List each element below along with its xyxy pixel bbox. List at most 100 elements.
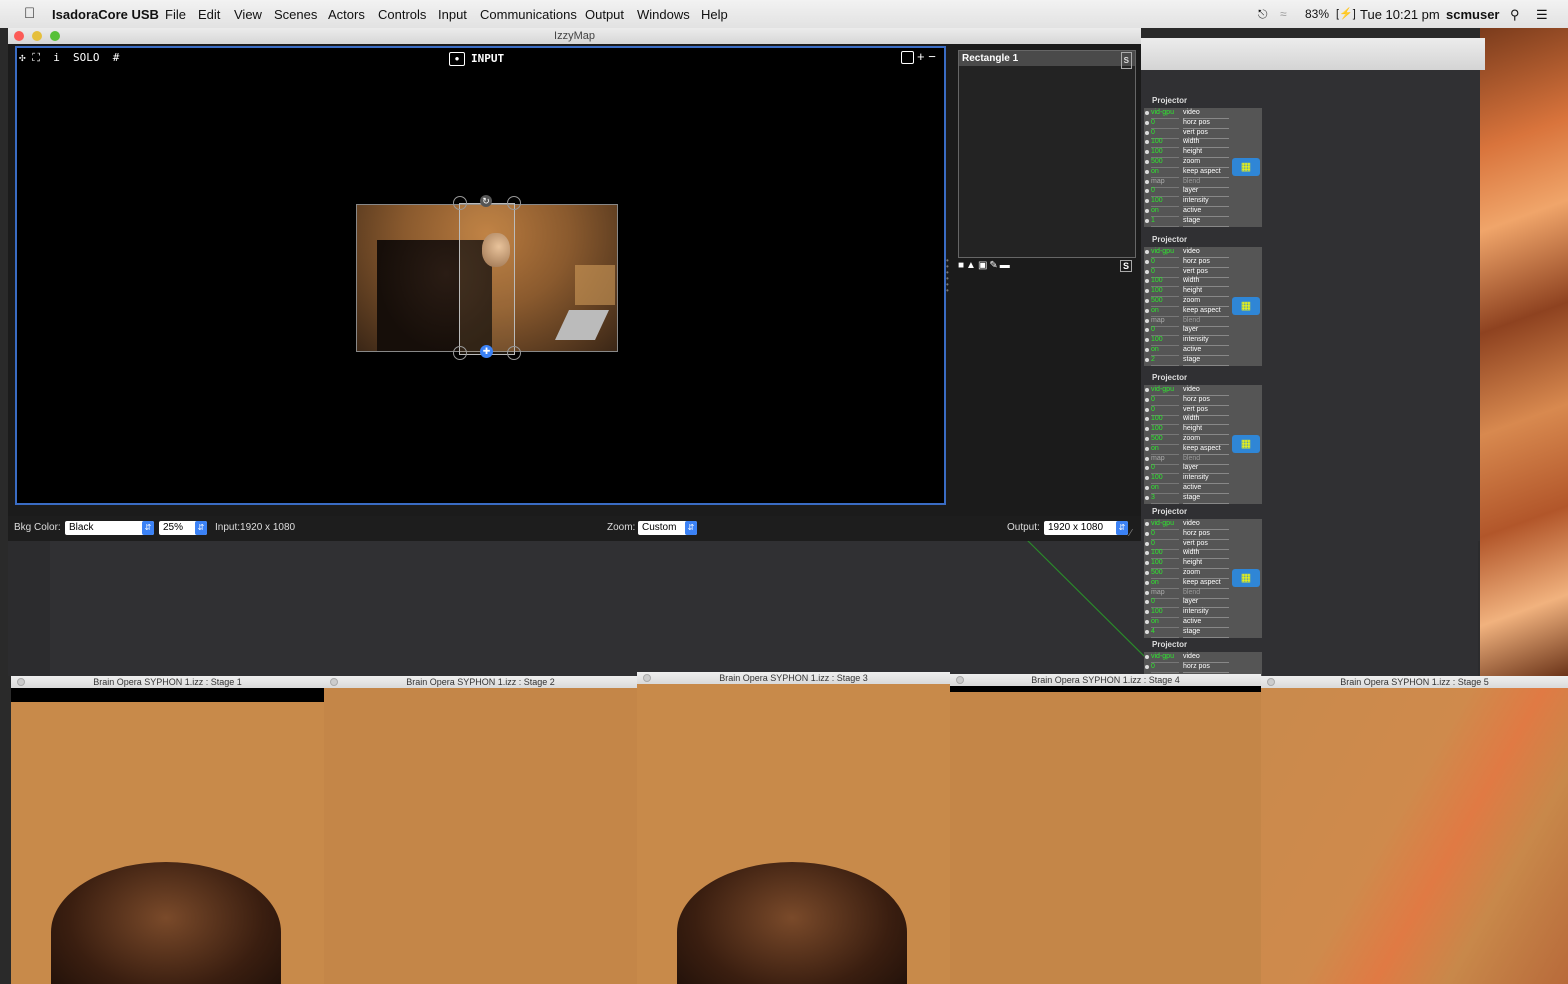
menu-scenes[interactable]: Scenes [274,7,317,22]
projector-actor-5[interactable]: Projector vid-gpu video 0 horz pos [1144,640,1262,676]
input-port-icon[interactable] [1145,541,1149,546]
input-port-icon[interactable] [1145,218,1149,223]
stage-window-4[interactable]: Brain Opera SYPHON 1.izz : Stage 4 [950,674,1261,984]
input-port-icon[interactable] [1145,522,1149,526]
input-port-icon[interactable] [1145,531,1149,536]
input-port-icon[interactable] [1145,328,1149,333]
input-port-icon[interactable] [1145,338,1149,343]
close-button[interactable] [1267,678,1275,686]
patch-cord[interactable] [1020,536,1150,661]
input-port-icon[interactable] [1145,571,1149,575]
input-port-icon[interactable] [1145,486,1149,490]
menu-help[interactable]: Help [701,7,728,22]
preview-zoom-select[interactable]: 25% ⇵ [159,521,207,535]
menu-controls[interactable]: Controls [378,7,426,22]
input-port-icon[interactable] [1145,111,1149,115]
solo-toggle[interactable]: S [1120,52,1132,69]
input-port-icon[interactable] [1145,437,1149,441]
input-port-icon[interactable] [1145,495,1149,500]
input-port-icon[interactable] [1145,580,1149,585]
user-menu[interactable]: scmuser [1446,7,1499,22]
shape-list[interactable]: Rectangle 1 S [958,50,1136,258]
input-value[interactable]: 4 [1151,627,1179,638]
input-port-icon[interactable] [1145,318,1149,323]
output-resolution-select[interactable]: 1920 x 1080 ⇵ [1044,521,1128,535]
close-button[interactable] [17,678,25,686]
resize-grip-icon[interactable]: ∕ [1130,528,1132,539]
rotate-handle-icon[interactable]: ↻ [480,195,492,207]
scene-editor[interactable] [50,541,1478,676]
input-port-icon[interactable] [1145,259,1149,264]
input-port-icon[interactable] [1145,279,1149,284]
menu-actors[interactable]: Actors [328,7,365,22]
zoom-buttons[interactable]: + − [917,49,936,64]
map-canvas[interactable]: ✣ ⛶ i SOLO # ● INPUT + − ↻ ✚ [15,46,946,505]
minimize-button[interactable] [32,31,42,41]
input-port-icon[interactable] [1145,600,1149,605]
battery-icon[interactable]: [⚡] [1336,7,1356,20]
izzymap-button-icon[interactable]: ▦ [1232,297,1260,315]
solo-button[interactable]: S [1120,260,1133,272]
stage-window-1[interactable]: Brain Opera SYPHON 1.izz : Stage 1 [11,676,324,984]
menu-output[interactable]: Output [585,7,624,22]
close-button[interactable] [643,674,651,682]
splitter-handle[interactable]: • • • • • • [946,257,950,298]
corner-handle[interactable] [507,346,521,360]
corner-handle[interactable] [453,346,467,360]
input-port-icon[interactable] [1145,629,1149,634]
input-port-icon[interactable] [1145,620,1149,624]
stage-window-5[interactable]: Brain Opera SYPHON 1.izz : Stage 5 [1261,676,1568,984]
input-port-icon[interactable] [1145,357,1149,362]
input-mode-icon[interactable]: ● [449,52,465,66]
status-icon[interactable]: ⎋ [1258,7,1268,22]
selected-rectangle[interactable] [459,203,515,355]
snapshot-icon[interactable] [901,51,914,64]
input-port-icon[interactable] [1145,427,1149,432]
input-value[interactable]: 2 [1151,355,1179,366]
input-port-icon[interactable] [1145,189,1149,194]
input-port-icon[interactable] [1145,655,1149,659]
input-port-icon[interactable] [1145,348,1149,352]
input-port-icon[interactable] [1145,160,1149,164]
izzymap-button-icon[interactable]: ▦ [1232,569,1260,587]
input-port-icon[interactable] [1145,169,1149,174]
canvas-toolbar[interactable]: ✣ ⛶ i SOLO # [19,51,119,65]
izzymap-button-icon[interactable]: ▦ [1232,158,1260,176]
menu-input[interactable]: Input [438,7,467,22]
input-port-icon[interactable] [1145,120,1149,125]
input-value[interactable]: 3 [1151,493,1179,504]
shape-tools[interactable]: ■▲▣✎▬ [958,260,1012,271]
input-port-icon[interactable] [1145,397,1149,402]
input-port-icon[interactable] [1145,140,1149,145]
close-button[interactable] [956,676,964,684]
wifi-icon[interactable]: ≈ [1280,7,1287,21]
menu-view[interactable]: View [234,7,262,22]
input-port-icon[interactable] [1145,269,1149,274]
bkg-color-select[interactable]: Black ⇵ [65,521,154,535]
input-port-icon[interactable] [1145,299,1149,303]
stage-window-3[interactable]: Brain Opera SYPHON 1.izz : Stage 3 [637,672,950,984]
zoom-select[interactable]: Custom ⇵ [638,521,697,535]
close-button[interactable] [14,31,24,41]
corner-handle[interactable] [453,196,467,210]
corner-handle[interactable] [507,196,521,210]
notification-center-icon[interactable]: ☰ [1536,7,1548,23]
input-port-icon[interactable] [1145,590,1149,595]
input-port-icon[interactable] [1145,250,1149,254]
clock[interactable]: Tue 10:21 pm [1360,7,1440,22]
input-port-icon[interactable] [1145,179,1149,184]
menu-windows[interactable]: Windows [637,7,690,22]
input-port-icon[interactable] [1145,199,1149,204]
menu-file[interactable]: File [165,7,186,22]
shape-list-item[interactable]: Rectangle 1 S [959,51,1135,69]
input-value[interactable]: 1 [1151,216,1179,227]
projector-actor-2[interactable]: Projector vid-gpu video 0 horz pos 0 vert pos… [1144,235,1262,366]
input-port-icon[interactable] [1145,308,1149,313]
projector-actor-4[interactable]: Projector vid-gpu video 0 horz pos 0 vert pos… [1144,507,1262,638]
input-port-icon[interactable] [1145,551,1149,556]
menu-edit[interactable]: Edit [198,7,220,22]
apple-menu-icon[interactable]:  [24,5,35,22]
battery-percent[interactable]: 83% [1305,7,1329,21]
input-port-icon[interactable] [1145,417,1149,422]
stage-window-2[interactable]: Brain Opera SYPHON 1.izz : Stage 2 [324,676,637,984]
